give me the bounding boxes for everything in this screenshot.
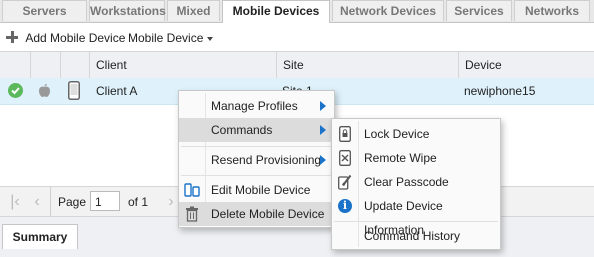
submenu-arrow-icon <box>320 155 326 165</box>
menu-item-update-device-information[interactable]: i Update Device Information <box>332 194 500 237</box>
mobile-device-dropdown[interactable]: Mobile Device <box>128 29 214 47</box>
menu-separator <box>334 221 498 222</box>
menu-item-lock-device[interactable]: Lock Device <box>332 122 500 146</box>
tab-mobile-devices[interactable]: Mobile Devices <box>222 0 330 23</box>
check-circle-icon <box>8 83 23 98</box>
smartphone-icon <box>68 81 80 103</box>
menu-item-label: Remote Wipe <box>364 151 437 165</box>
tab-services[interactable]: Services <box>446 0 512 21</box>
grid-header-client[interactable]: Client <box>89 52 276 78</box>
tab-network-devices[interactable]: Network Devices <box>332 0 444 21</box>
grid-header-os[interactable] <box>30 52 60 78</box>
cell-device: newiphone15 <box>464 84 536 98</box>
add-mobile-device-label: Add Mobile Device <box>25 31 126 45</box>
tab-summary[interactable]: Summary <box>2 224 78 249</box>
tab-mixed[interactable]: Mixed <box>167 0 220 21</box>
pager-divider <box>50 187 51 217</box>
menu-item-edit-mobile-device[interactable]: Edit Mobile Device <box>179 178 334 202</box>
commands-submenu: Lock Device Remote Wipe Clear Passcode i… <box>331 118 501 250</box>
menu-item-commands[interactable]: Commands <box>179 118 334 142</box>
menu-item-label: Clear Passcode <box>364 175 449 189</box>
context-menu: Manage Profiles Commands Resend Provisio… <box>178 90 335 228</box>
tab-bar: Servers Workstations Mixed Mobile Device… <box>0 0 594 23</box>
submenu-arrow-icon <box>320 101 326 111</box>
plus-icon <box>6 31 18 43</box>
chevron-down-icon <box>207 36 214 41</box>
menu-item-remote-wipe[interactable]: Remote Wipe <box>332 146 500 170</box>
info-icon: i <box>338 199 352 213</box>
tab-servers[interactable]: Servers <box>2 0 87 21</box>
menu-item-clear-passcode[interactable]: Clear Passcode <box>332 170 500 194</box>
grid-header-status[interactable] <box>0 52 30 78</box>
menu-item-label: Edit Mobile Device <box>211 183 311 197</box>
tab-workstations[interactable]: Workstations <box>89 0 166 21</box>
mobile-device-dropdown-label: Mobile Device <box>128 31 204 45</box>
menu-item-label: Resend Provisioning <box>211 153 322 167</box>
menu-separator <box>181 175 332 176</box>
apple-icon <box>38 83 51 101</box>
trash-icon <box>185 206 199 230</box>
grid-header-type[interactable] <box>60 52 89 78</box>
menu-item-label: Delete Mobile Device <box>211 207 325 221</box>
page-number-input[interactable]: 1 <box>90 191 120 211</box>
page-count-label: of 1 <box>128 195 149 209</box>
menu-item-label: Commands <box>211 123 273 137</box>
tab-networks[interactable]: Networks <box>514 0 590 21</box>
grid-header: Client Site Device <box>0 51 594 79</box>
cell-client: Client A <box>96 84 138 98</box>
grid-header-device[interactable]: Device <box>458 52 594 78</box>
menu-item-resend-provisioning[interactable]: Resend Provisioning <box>179 148 334 172</box>
prev-page-icon[interactable]: ‹ <box>28 193 46 211</box>
menu-item-command-history[interactable]: Command History <box>332 224 500 248</box>
add-mobile-device-button[interactable]: Add Mobile Device <box>6 29 125 47</box>
first-page-icon[interactable]: |‹ <box>6 193 24 211</box>
menu-separator <box>181 146 332 147</box>
menu-item-label: Manage Profiles <box>211 99 298 113</box>
menu-item-delete-mobile-device[interactable]: Delete Mobile Device <box>179 202 334 226</box>
menu-item-label: Lock Device <box>364 127 430 141</box>
menu-item-label: Command History <box>364 229 461 243</box>
submenu-arrow-icon <box>320 125 326 135</box>
menu-item-manage-profiles[interactable]: Manage Profiles <box>179 94 334 118</box>
page-label: Page <box>58 195 87 209</box>
grid-header-site[interactable]: Site <box>276 52 458 78</box>
